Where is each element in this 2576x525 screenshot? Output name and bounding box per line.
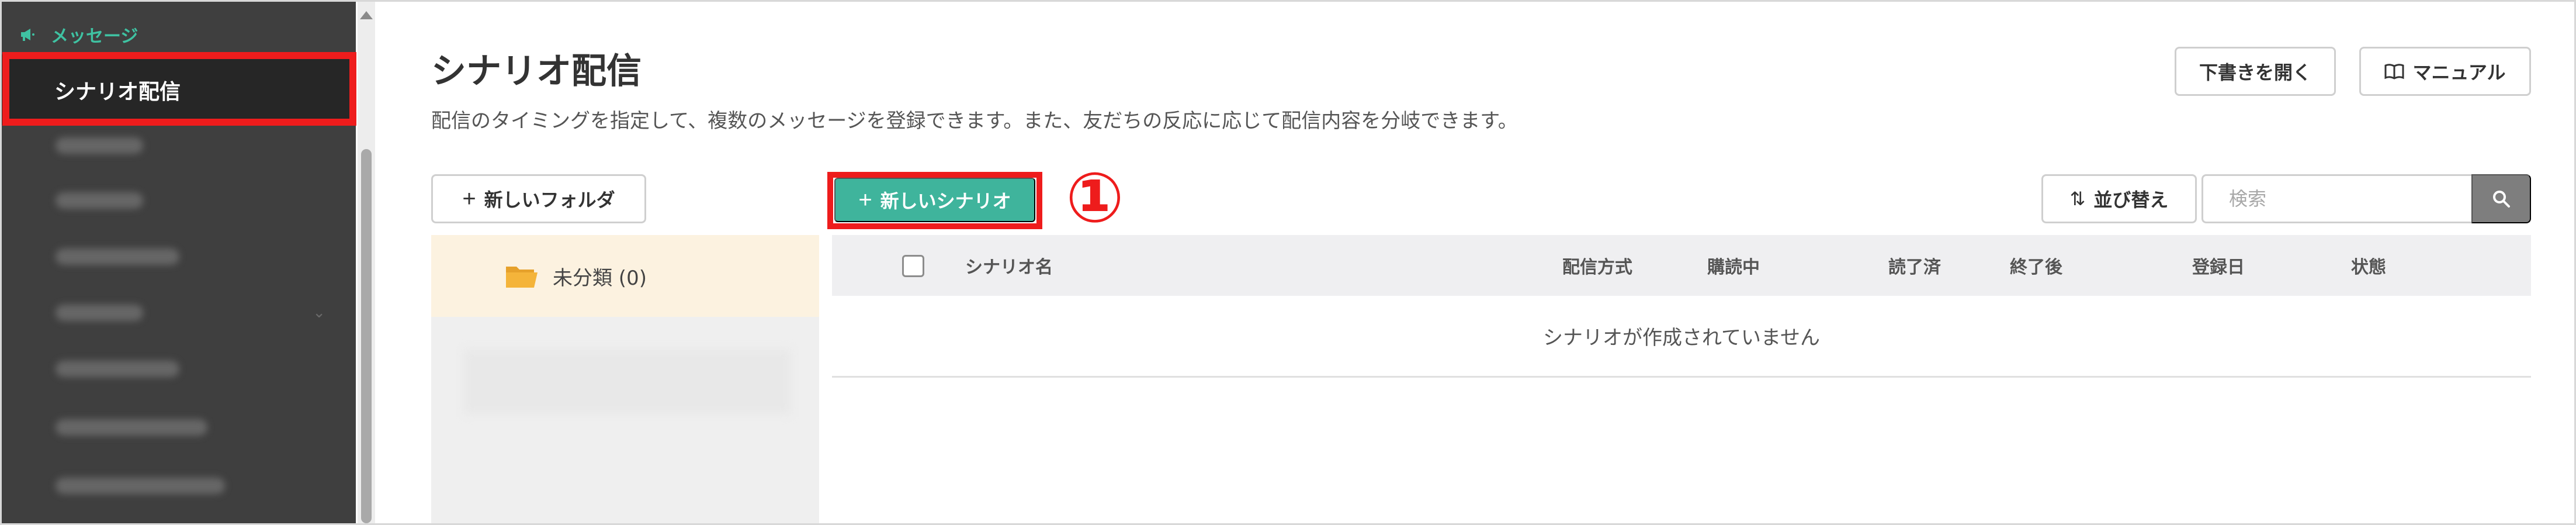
sort-icon: ⇅ (2069, 188, 2086, 209)
sidebar-item-blurred[interactable] (56, 188, 143, 213)
sidebar-item-blurred[interactable]: ⌄ (56, 300, 348, 326)
sidebar-item-blurred[interactable] (56, 244, 179, 270)
annotation-step-number: ① (1066, 157, 1124, 238)
folder-open-icon (506, 267, 538, 288)
table-header: シナリオ名 配信方式 購読中 読了済 終了後 登録日 状態 (832, 235, 2531, 296)
column-header-delivery-method[interactable]: 配信方式 (1562, 235, 1632, 296)
open-draft-button[interactable]: 下書きを開く (2175, 47, 2336, 96)
annotation-highlight-new-scenario (827, 172, 1042, 229)
sidebar-scrollbar[interactable] (358, 2, 375, 523)
empty-message: シナリオが作成されていません (832, 296, 2531, 378)
column-header-name[interactable]: シナリオ名 (965, 235, 1053, 296)
search-button[interactable] (2471, 174, 2531, 223)
sort-button[interactable]: ⇅ 並び替え (2041, 174, 2197, 223)
select-all-checkbox[interactable] (902, 255, 924, 277)
column-header-read[interactable]: 読了済 (1888, 235, 1941, 296)
sidebar-group-label: メッセージ (51, 26, 138, 47)
column-header-finished[interactable]: 終了後 (2010, 235, 2062, 296)
column-header-subscribing[interactable]: 購読中 (1707, 235, 1760, 296)
megaphone-icon (21, 29, 34, 41)
page-description: 配信のタイミングを指定して、複数のメッセージを登録できます。また、友だちの反応に… (431, 109, 1518, 133)
manual-label: マニュアル (2412, 62, 2506, 83)
book-icon (2384, 64, 2404, 80)
sidebar-item-blurred[interactable] (56, 415, 207, 440)
manual-button[interactable]: マニュアル (2359, 47, 2531, 96)
open-draft-label: 下書きを開く (2199, 62, 2311, 83)
sidebar-item-blurred[interactable] (56, 473, 225, 499)
folder-label: 未分類 (0) (553, 266, 647, 290)
chevron-down-icon: ⌄ (313, 304, 325, 322)
column-header-registered-date[interactable]: 登録日 (2192, 235, 2245, 296)
page-title: シナリオ配信 (431, 51, 642, 92)
sidebar-item-blurred[interactable] (56, 133, 143, 158)
search-input[interactable] (2201, 174, 2471, 223)
plus-icon: + (462, 186, 476, 212)
scroll-up-icon[interactable] (358, 5, 375, 19)
column-header-status[interactable]: 状態 (2351, 235, 2386, 296)
scenario-table: シナリオ名 配信方式 購読中 読了済 終了後 登録日 状態 シナリオが作成されて… (832, 235, 2531, 378)
blurred-region (464, 350, 791, 414)
sidebar-item-blurred[interactable] (56, 356, 179, 382)
new-folder-button[interactable]: + 新しいフォルダ (431, 174, 646, 223)
sort-label: 並び替え (2093, 189, 2169, 210)
scrollbar-thumb[interactable] (361, 149, 372, 523)
folder-item[interactable]: 未分類 (0) (431, 235, 819, 317)
sidebar-group-messages[interactable]: メッセージ (19, 19, 138, 50)
folder-pane: 未分類 (0) (431, 235, 819, 523)
annotation-highlight-sidebar (2, 52, 356, 126)
new-folder-label: 新しいフォルダ (484, 189, 615, 210)
search-icon (2493, 191, 2510, 208)
